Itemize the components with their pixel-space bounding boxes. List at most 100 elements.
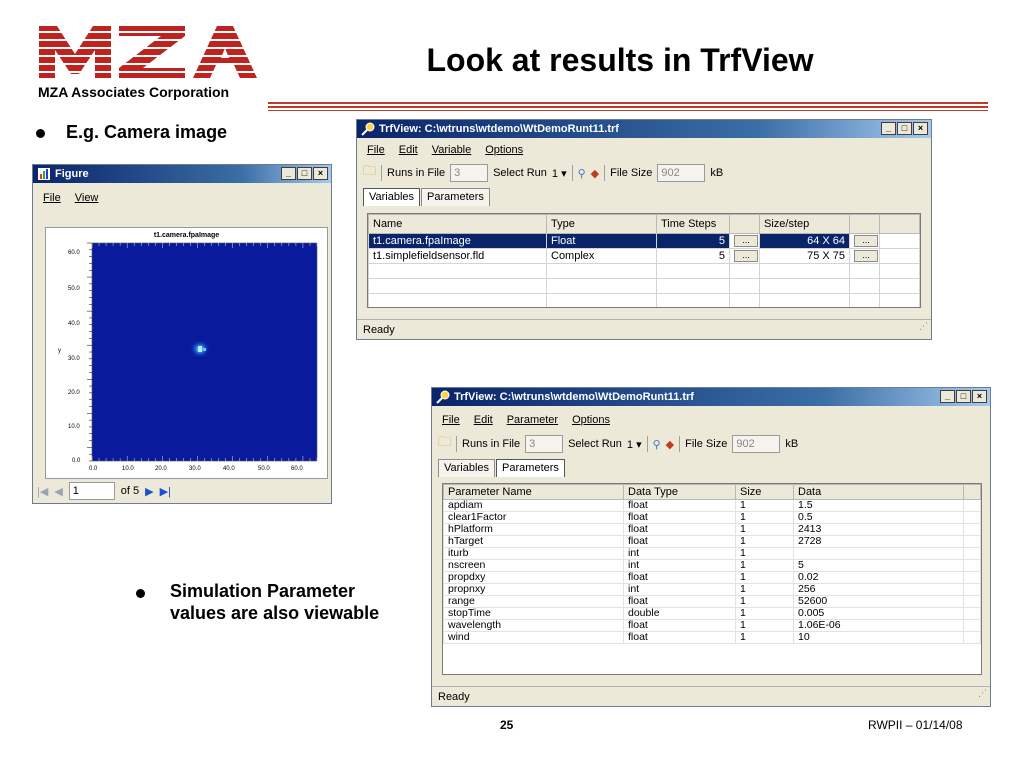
size-step-button[interactable]: ... [854, 250, 878, 263]
time-steps: 5 [656, 233, 730, 249]
column-header[interactable]: Type [546, 214, 657, 234]
close-button[interactable]: × [913, 122, 928, 135]
variables-table: Name Type Time Steps Size/step t1.camera… [367, 213, 921, 308]
maximize-button[interactable]: □ [297, 167, 312, 180]
resize-grip-icon[interactable]: ⋰ [919, 316, 928, 336]
menu-file[interactable]: File [43, 192, 61, 204]
color-map-icon[interactable]: ◆ [591, 167, 599, 180]
table-row[interactable]: nscreen int 1 5 [443, 559, 981, 572]
time-steps-button[interactable]: ... [734, 250, 758, 263]
cell [879, 233, 920, 249]
trfview-titlebar[interactable]: TrfView: C:\wtruns\wtdemo\WtDemoRunt11.t… [432, 388, 990, 406]
minimize-button[interactable]: _ [881, 122, 896, 135]
menubar: File Edit Parameter Options [432, 411, 990, 429]
column-header[interactable]: Name [368, 214, 547, 234]
select-run-dropdown[interactable]: 1 ▾ [552, 167, 567, 180]
maximize-button[interactable]: □ [956, 390, 971, 403]
data-value: 1.06E-06 [793, 619, 964, 632]
x-tick-label: 40.0 [223, 466, 235, 472]
close-button[interactable]: × [972, 390, 987, 403]
table-row[interactable]: propdxy float 1 0.02 [443, 571, 981, 584]
tab-variables[interactable]: Variables [363, 188, 421, 206]
first-frame-icon[interactable]: |◀ [37, 485, 48, 498]
column-header[interactable]: Data [793, 484, 964, 500]
search-icon[interactable]: ⚲ [653, 438, 661, 451]
size: 1 [735, 511, 794, 524]
column-header[interactable]: Size/step [759, 214, 850, 234]
table-row[interactable]: t1.simplefieldsensor.fld Complex 5 ... 7… [368, 248, 920, 264]
trfview-titlebar[interactable]: TrfView: C:\wtruns\wtdemo\WtDemoRunt11.t… [357, 120, 931, 138]
menu-options[interactable]: Options [485, 144, 523, 156]
resize-grip-icon[interactable]: ⋰ [978, 683, 987, 703]
figure-titlebar[interactable]: Figure _ □ × [33, 165, 331, 183]
footer-date: RWPII – 01/14/08 [868, 718, 963, 732]
select-run-dropdown[interactable]: 1 ▾ [627, 438, 642, 451]
table-row[interactable]: propnxy int 1 256 [443, 583, 981, 596]
table-row[interactable]: clear1Factor float 1 0.5 [443, 511, 981, 524]
time-steps-button[interactable]: ... [734, 235, 758, 248]
menu-file[interactable]: File [442, 414, 460, 426]
menu-options[interactable]: Options [572, 414, 610, 426]
table-row[interactable]: wind float 1 10 [443, 631, 981, 644]
frame-input[interactable]: 1 [68, 482, 115, 500]
x-tick-label: 30.0 [189, 466, 201, 472]
table-row[interactable]: apdiam float 1 1.5 [443, 499, 981, 512]
column-header [879, 214, 920, 234]
parameter-name: wind [443, 631, 624, 644]
tab-parameters[interactable]: Parameters [421, 188, 490, 206]
column-header[interactable]: Size [735, 484, 794, 500]
tab-strip: Variables Parameters [363, 188, 491, 206]
menu-file[interactable]: File [367, 144, 385, 156]
tab-variables[interactable]: Variables [438, 459, 496, 477]
table-row[interactable]: iturb int 1 [443, 547, 981, 560]
minimize-button[interactable]: _ [281, 167, 296, 180]
table-row[interactable]: range float 1 52600 [443, 595, 981, 608]
menu-variable[interactable]: Variable [432, 144, 472, 156]
menu-edit[interactable]: Edit [399, 144, 418, 156]
search-icon[interactable]: ⚲ [578, 167, 586, 180]
bullet-text: Simulation Parameter [170, 581, 356, 601]
previous-frame-icon[interactable]: ◀ [54, 485, 62, 498]
y-tick-label: 30.0 [68, 356, 80, 362]
x-tick-label: 50.0 [258, 466, 270, 472]
menu-parameter[interactable]: Parameter [507, 414, 558, 426]
table-row[interactable]: hTarget float 1 2728 [443, 535, 981, 548]
color-map-icon[interactable]: ◆ [666, 438, 674, 451]
bullet-icon [136, 589, 145, 598]
size: 1 [735, 499, 794, 512]
x-tick-label: 10.0 [122, 466, 134, 472]
column-header[interactable]: Parameter Name [443, 484, 624, 500]
tab-parameters[interactable]: Parameters [496, 459, 565, 477]
cell [963, 583, 981, 596]
last-frame-icon[interactable]: ▶| [160, 485, 171, 498]
minimize-button[interactable]: _ [940, 390, 955, 403]
cell [963, 535, 981, 548]
maximize-button[interactable]: □ [897, 122, 912, 135]
menu-edit[interactable]: Edit [474, 414, 493, 426]
size: 1 [735, 571, 794, 584]
column-header[interactable] [729, 214, 760, 234]
menu-view[interactable]: View [75, 192, 99, 204]
cell [963, 571, 981, 584]
table-row[interactable]: stopTime double 1 0.005 [443, 607, 981, 620]
column-header[interactable] [849, 214, 880, 234]
cell [963, 547, 981, 560]
size: 1 [735, 535, 794, 548]
next-frame-icon[interactable]: ▶ [145, 485, 153, 498]
table-row[interactable]: t1.camera.fpaImage Float 5 ... 64 X 64 .… [368, 233, 920, 249]
table-row[interactable]: hPlatform float 1 2413 [443, 523, 981, 536]
open-folder-icon[interactable]: 🗀 [438, 433, 451, 455]
cell [963, 595, 981, 608]
data-type: float [623, 631, 736, 644]
cell: ... [729, 233, 760, 249]
close-button[interactable]: × [313, 167, 328, 180]
table-row[interactable]: wavelength float 1 1.06E-06 [443, 619, 981, 632]
data-value: 256 [793, 583, 964, 596]
column-header[interactable]: Data Type [623, 484, 736, 500]
column-header[interactable]: Time Steps [656, 214, 730, 234]
size: 1 [735, 631, 794, 644]
cell [963, 559, 981, 572]
size-step-button[interactable]: ... [854, 235, 878, 248]
cell [963, 511, 981, 524]
open-folder-icon[interactable]: 🗀 [363, 162, 376, 184]
